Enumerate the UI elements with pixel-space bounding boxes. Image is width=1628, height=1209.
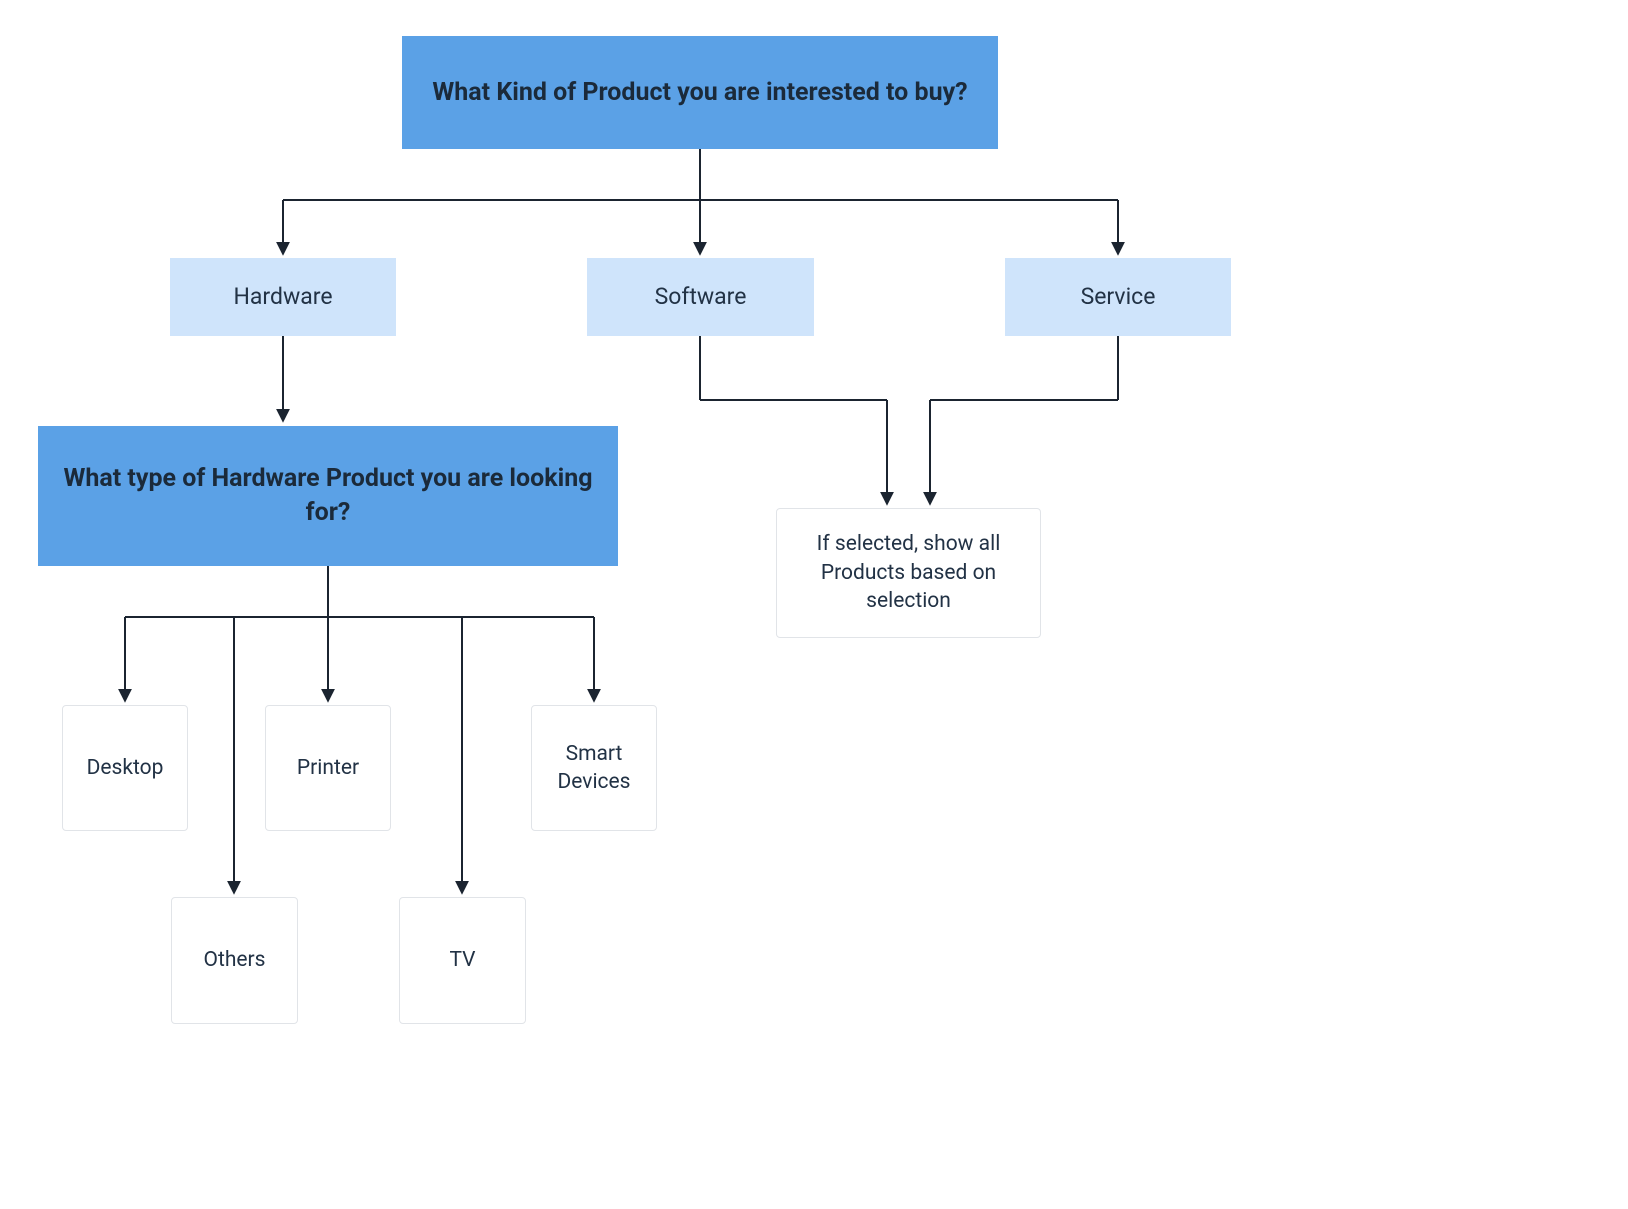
option-hardware[interactable]: Hardware [170,258,396,336]
option-others[interactable]: Others [171,897,298,1024]
flowchart-canvas: What Kind of Product you are interested … [0,0,1628,1209]
option-desktop[interactable]: Desktop [62,705,188,831]
hardware-question: What type of Hardware Product you are lo… [38,426,618,566]
root-question: What Kind of Product you are interested … [402,36,998,149]
option-printer[interactable]: Printer [265,705,391,831]
option-software[interactable]: Software [587,258,814,336]
option-service[interactable]: Service [1005,258,1231,336]
option-smart-devices[interactable]: Smart Devices [531,705,657,831]
result-note: If selected, show all Products based on … [776,508,1041,638]
option-tv[interactable]: TV [399,897,526,1024]
